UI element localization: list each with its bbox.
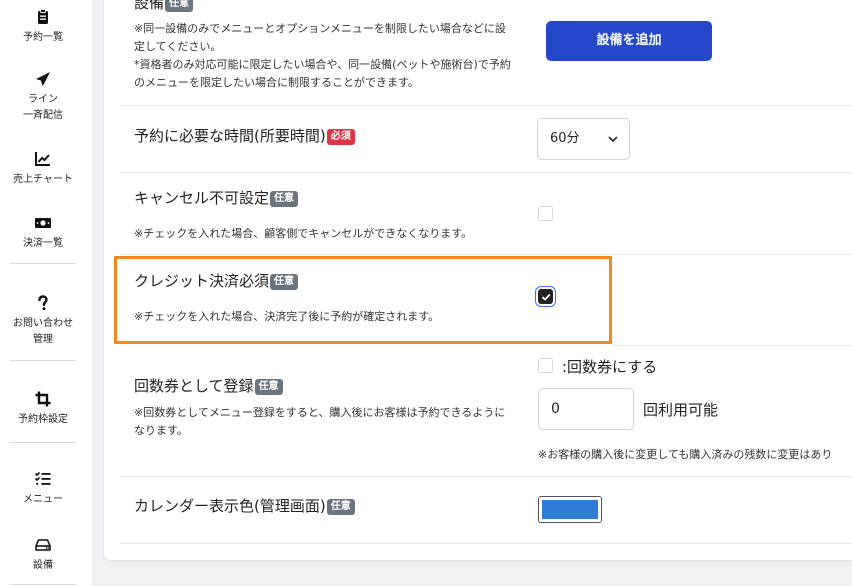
sidebar-item-label: 売上チャート — [13, 174, 73, 185]
sidebar-item-equipment[interactable]: 設備 — [10, 536, 76, 574]
sidebar-item-label: ライン 一斉配信 — [23, 94, 63, 121]
optional-badge: 任意 — [165, 0, 194, 12]
duration-select[interactable]: 60分 — [537, 118, 630, 160]
chart-line-icon — [35, 152, 50, 166]
sidebar-item-line-broadcast[interactable]: ライン 一斉配信 — [10, 70, 76, 124]
sidebar-item-label: 決済一覧 — [23, 238, 63, 249]
row-divider — [612, 345, 852, 346]
required-badge: 必須 — [326, 129, 355, 145]
ticket-checkbox[interactable] — [538, 358, 553, 373]
sidebar-item-label: 予約枠設定 — [18, 414, 68, 425]
duration-label: 予約に必要な時間(所要時間) 必須 — [134, 125, 355, 146]
money-bill-icon — [35, 218, 51, 228]
calendar-color-label: カレンダー表示色(管理画面) 任意 — [134, 495, 355, 516]
list-check-icon — [34, 471, 51, 485]
ticket-label: 回数券として登録 任意 — [134, 375, 283, 396]
sidebar-divider — [10, 263, 76, 264]
ticket-count-suffix: 回利用可能 — [643, 401, 719, 419]
ticket-checkbox-label: :回数券にする — [562, 358, 658, 376]
sidebar-item-sales-chart[interactable]: 売上チャート — [10, 150, 76, 188]
duration-select-value: 60分 — [550, 131, 580, 146]
sidebar: 予約一覧 ライン 一斉配信 売上チャート 決済一覧 お問い合わせ 管理 予約枠設… — [0, 0, 92, 586]
equipment-label-text: 設備 — [134, 0, 165, 12]
sidebar-divider — [10, 442, 76, 443]
calendar-color-label-text: カレンダー表示色(管理画面) — [134, 497, 326, 515]
sidebar-item-reservations[interactable]: 予約一覧 — [10, 8, 76, 46]
optional-badge: 任意 — [326, 499, 355, 515]
crop-icon — [35, 391, 51, 407]
duration-label-text: 予約に必要な時間(所要時間) — [134, 127, 326, 145]
sidebar-divider — [10, 360, 76, 361]
add-equipment-button[interactable]: 設備を追加 — [546, 21, 712, 61]
sidebar-item-label: 設備 — [33, 560, 53, 571]
sidebar-item-inquiries[interactable]: お問い合わせ 管理 — [10, 294, 76, 348]
sidebar-item-menu[interactable]: メニュー — [10, 470, 76, 508]
sidebar-item-payments[interactable]: 決済一覧 — [10, 214, 76, 252]
equipment-note: ※同一設備のみでメニューとオプションメニューを制限したい場合などに設定してくださ… — [134, 22, 506, 53]
cancel-label: キャンセル不可設定 任意 — [134, 187, 299, 208]
ticket-label-text: 回数券として登録 — [134, 377, 254, 395]
clipboard-icon — [38, 9, 48, 24]
row-divider — [120, 254, 852, 255]
optional-badge: 任意 — [254, 379, 283, 395]
highlight-frame — [114, 256, 612, 344]
paper-plane-icon — [36, 72, 50, 86]
equipment-note-qualified: *資格者のみ対応可能に限定したい場合や、同一設備(ベットや施術台)で予約のメニュ… — [134, 58, 511, 89]
optional-badge: 任意 — [270, 191, 299, 207]
hdd-icon — [35, 539, 51, 551]
cancel-disabled-checkbox[interactable] — [538, 206, 553, 221]
sidebar-divider — [10, 584, 76, 585]
ticket-count-input[interactable]: 0 — [538, 388, 634, 430]
question-icon — [38, 295, 48, 311]
row-divider — [120, 105, 852, 106]
cancel-label-text: キャンセル不可設定 — [134, 189, 270, 207]
calendar-color-fill — [542, 500, 598, 519]
equipment-label: 設備 任意 — [134, 0, 194, 13]
chevron-down-icon — [608, 136, 618, 143]
row-divider — [120, 543, 852, 544]
cancel-note: ※チェックを入れた場合、顧客側でキャンセルができなくなります。 — [134, 227, 473, 240]
row-divider — [120, 172, 852, 173]
sidebar-item-label: メニュー — [23, 494, 63, 505]
row-divider — [120, 476, 852, 477]
ticket-warning: ※お客様の購入後に変更しても購入済みの残数に変更はあり — [538, 448, 833, 461]
sidebar-item-slot-settings[interactable]: 予約枠設定 — [10, 390, 76, 428]
calendar-color-picker[interactable] — [538, 496, 602, 523]
ticket-note: ※回数券としてメニュー登録をすると、購入後にお客様は予約できるようになります。 — [134, 406, 506, 437]
sidebar-item-label: 予約一覧 — [23, 32, 63, 43]
sidebar-item-label: お問い合わせ 管理 — [13, 318, 73, 345]
